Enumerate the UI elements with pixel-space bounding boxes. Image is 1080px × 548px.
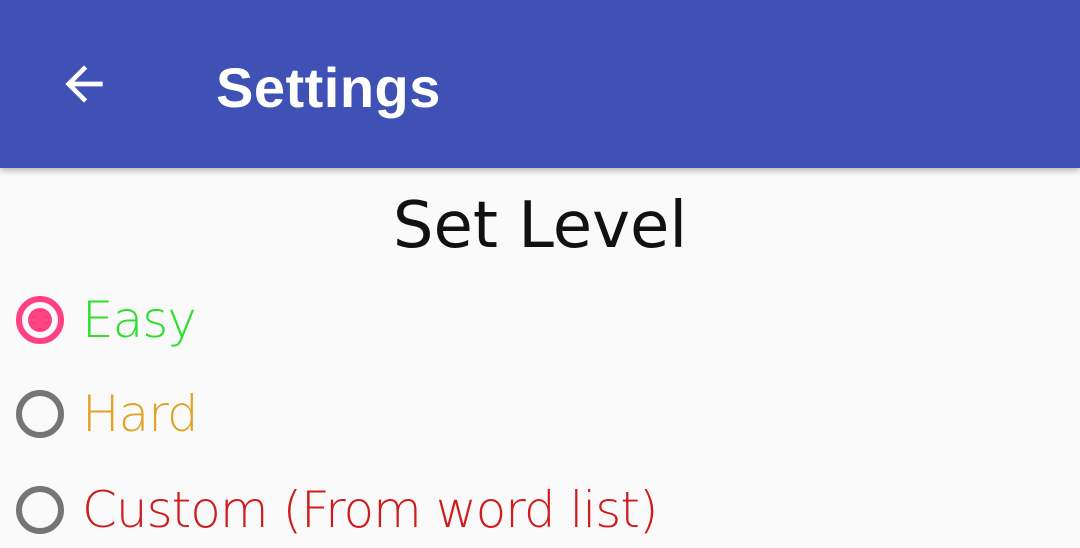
settings-content: Set Level Easy Hard Custom (From word li… [0,168,1080,548]
radio-option-custom[interactable]: Custom (From word list) [16,474,658,546]
radio-label-easy: Easy [82,291,197,349]
back-button[interactable] [40,44,128,124]
radio-label-custom: Custom (From word list) [82,481,658,539]
arrow-left-icon [65,65,103,103]
radio-option-easy[interactable]: Easy [16,284,197,356]
radio-button-checked[interactable] [16,296,64,344]
page-title: Settings [216,56,441,119]
radio-label-hard: Hard [82,385,199,443]
set-level-heading: Set Level [392,189,688,263]
radio-option-hard[interactable]: Hard [16,378,199,450]
radio-button-unchecked[interactable] [16,390,64,438]
radio-button-unchecked[interactable] [16,486,64,534]
app-bar: Settings [0,0,1080,168]
